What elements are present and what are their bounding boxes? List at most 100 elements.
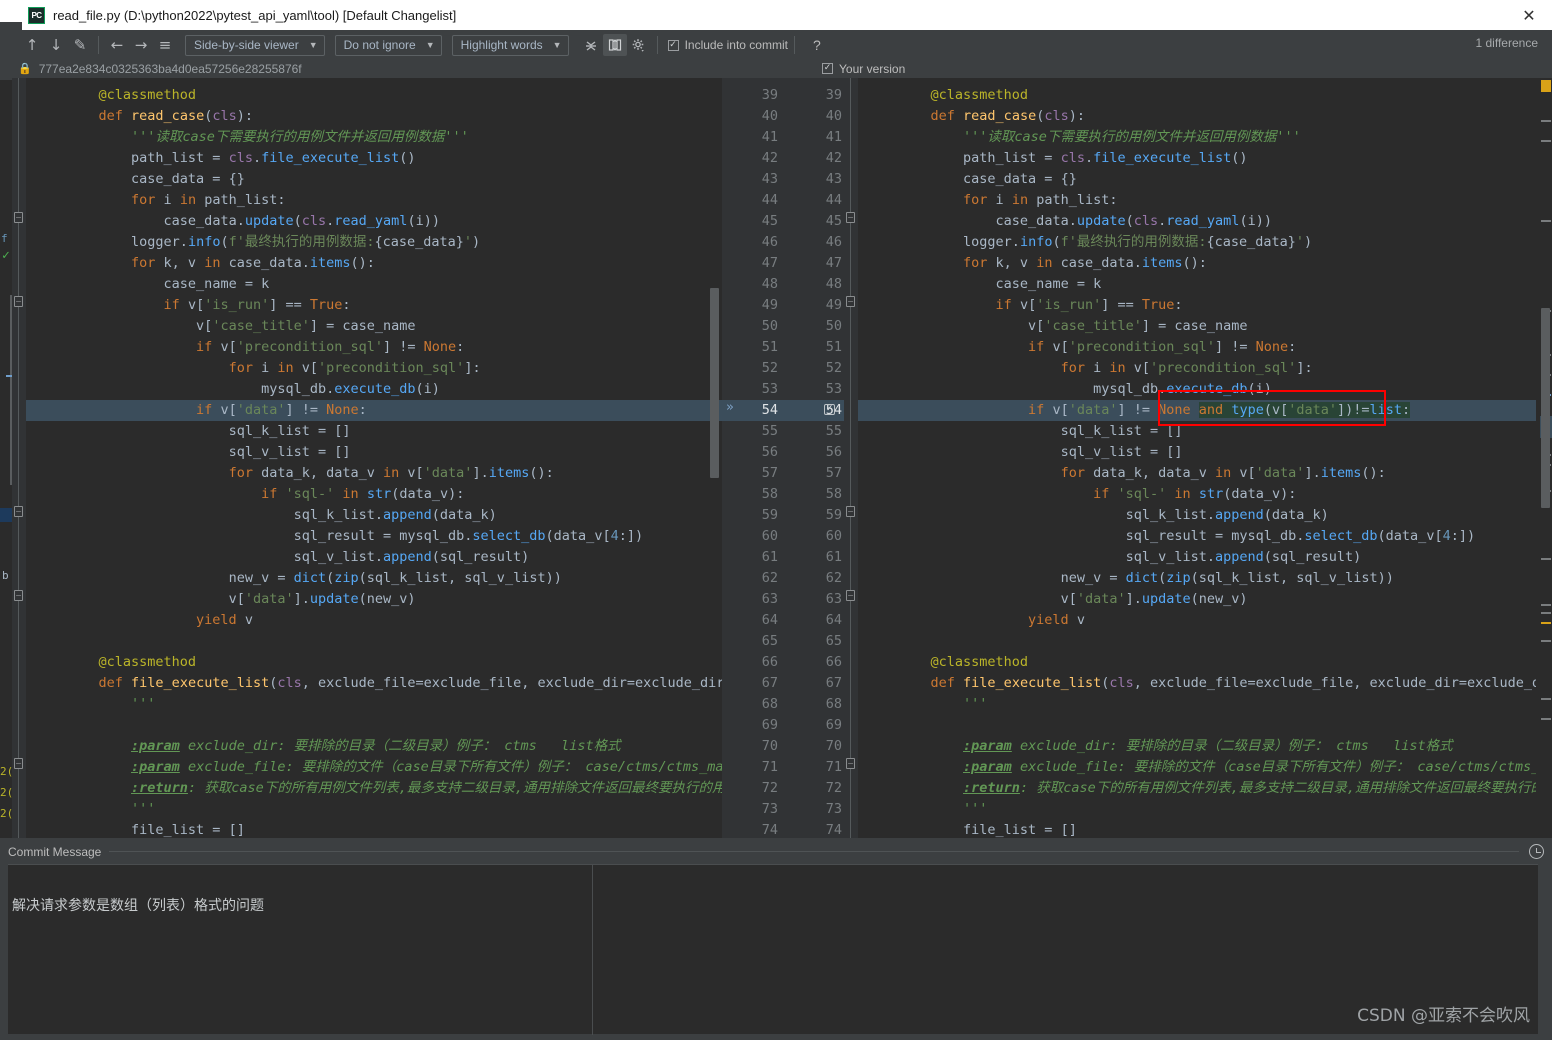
code-token: mysql_db. (1093, 381, 1167, 397)
your-version-label: Your version (839, 61, 906, 76)
code-token: 'precondition_sql' (236, 339, 384, 355)
diff-menu-icon[interactable]: ≡ (153, 34, 177, 56)
code-line: mysql_db.execute_db(i) (858, 379, 1272, 400)
code-token: if (1093, 486, 1110, 502)
code-line: sql_v_list = [] (26, 442, 351, 463)
code-token: (i)) (1239, 213, 1272, 229)
line-number: 65 (761, 633, 778, 649)
left-scrollbar-thumb[interactable] (710, 288, 719, 478)
code-token: execute_db (1166, 381, 1248, 397)
code-token: file_execute_list (963, 675, 1102, 691)
code-token: for (963, 255, 988, 271)
code-line: logger.info(f'最终执行的用例数据:{case_data}') (26, 232, 480, 253)
code-token: update (1076, 213, 1126, 229)
commit-message-input[interactable]: 解决请求参数是数组（列表）格式的问题 (8, 864, 1538, 1035)
code-line: @classmethod (858, 652, 1029, 673)
fold-marker[interactable]: − (846, 506, 855, 517)
code-token: v[ (1125, 360, 1150, 376)
ignore-mode-select[interactable]: Do not ignore ▼ (334, 34, 442, 56)
code-token: update (244, 213, 294, 229)
code-token: ) (1304, 234, 1313, 250)
gear-icon[interactable] (627, 34, 651, 56)
previous-difference-icon[interactable]: ↑ (20, 34, 44, 56)
code-token: dict (1125, 570, 1159, 586)
collapse-unchanged-icon[interactable] (579, 34, 603, 56)
revision-bar: 🔒 777ea2e834c0325363ba4d0ea57256e2825587… (12, 59, 1552, 78)
fold-marker[interactable]: − (846, 296, 855, 307)
line-number: 46 (761, 234, 778, 250)
line-number: 66 (825, 654, 842, 670)
code-token: for (963, 192, 988, 208)
code-line: ''' (858, 799, 987, 820)
code-token: 4 (610, 528, 619, 544)
code-token: sql_k_list. (1125, 507, 1215, 523)
fold-marker[interactable]: − (14, 212, 23, 223)
change-accepted-checkbox[interactable]: ✓ (824, 404, 835, 415)
code-line: for i in v['precondition_sql']: (858, 358, 1313, 379)
header-rule (109, 851, 1519, 852)
line-number: 55 (825, 423, 842, 439)
code-token: {case_data} (1206, 234, 1296, 250)
accept-left-icon[interactable]: ← (105, 34, 129, 56)
fold-marker[interactable]: − (14, 758, 23, 769)
code-token: cls (277, 675, 302, 691)
right-scrollbar-thumb[interactable] (1541, 308, 1550, 508)
line-number: 43 (825, 171, 842, 187)
line-number: 72 (825, 780, 842, 796)
apply-change-icon[interactable]: » (726, 400, 734, 415)
viewer-mode-label: Side-by-side viewer (194, 38, 299, 52)
your-version-checkbox[interactable]: ✓ Your version (822, 62, 905, 76)
code-token: ]. (1304, 465, 1321, 481)
code-token: read_case (963, 108, 1037, 124)
viewer-mode-select[interactable]: Side-by-side viewer ▼ (185, 34, 325, 56)
code-token: in (277, 360, 294, 376)
close-icon[interactable]: ✕ (1506, 0, 1552, 30)
code-token: dict (293, 570, 327, 586)
fold-marker[interactable]: − (14, 590, 23, 601)
left-code-pane[interactable]: @classmethod def read_case(cls): '''读取ca… (26, 78, 722, 838)
code-line: v['data'].update(new_v) (26, 589, 416, 610)
help-icon[interactable]: ? (813, 37, 821, 53)
synchronize-scroll-icon[interactable] (602, 34, 627, 56)
right-code-pane[interactable]: @classmethod def read_case(cls): '''读取ca… (858, 78, 1536, 838)
code-line: if 'sql-' in str(data_v): (858, 484, 1296, 505)
code-token: execute_db (334, 381, 416, 397)
code-token: : (1288, 339, 1297, 355)
apply-edit-icon[interactable]: ✎ (68, 34, 92, 56)
code-token: v[ (1231, 465, 1256, 481)
code-token: ( (1052, 234, 1061, 250)
code-token: case_data = {} (963, 171, 1077, 187)
include-into-commit-checkbox[interactable]: ✓ Include into commit (667, 38, 788, 52)
code-line: for data_k, data_v in v['data'].items(): (26, 463, 554, 484)
lock-icon: 🔒 (18, 62, 32, 75)
line-number: 68 (761, 696, 778, 712)
right-scroll-rail[interactable] (1540, 78, 1552, 838)
code-token: file_execute_list (1093, 150, 1232, 166)
code-token: path_list = (963, 150, 1061, 166)
clock-icon[interactable] (1529, 844, 1544, 859)
code-token: , exclude_file=exclude_file, exclude_dir… (1133, 675, 1536, 691)
diff-toolbar: ↑ ↓ ✎ ← → ≡ Side-by-side viewer ▼ Do not… (12, 30, 1552, 60)
fold-marker[interactable]: − (14, 296, 23, 307)
next-difference-icon[interactable]: ↓ (44, 34, 68, 56)
line-number: 65 (825, 633, 842, 649)
code-token: :]) (618, 528, 644, 544)
code-token: (i)) (407, 213, 440, 229)
fold-marker[interactable]: − (846, 590, 855, 601)
code-token: def (98, 108, 123, 124)
code-line: case_data.update(cls.read_yaml(i)) (26, 211, 440, 232)
code-token: (i) (1247, 381, 1272, 397)
fold-marker[interactable]: − (846, 758, 855, 769)
fold-marker[interactable]: − (14, 506, 23, 517)
highlight-mode-select[interactable]: Highlight words ▼ (451, 34, 569, 56)
fold-marker[interactable]: − (846, 212, 855, 223)
code-token: file_list = [] (963, 822, 1077, 838)
accept-right-icon[interactable]: → (129, 34, 153, 56)
